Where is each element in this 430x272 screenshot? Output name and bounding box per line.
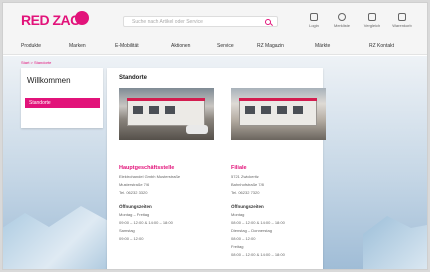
- nav-kontakt[interactable]: RZ Kontakt: [369, 43, 394, 49]
- store-address: 5721 Zwickeritz: [231, 174, 259, 179]
- cart-button[interactable]: Warenkorb: [389, 13, 415, 28]
- store-photo: [231, 88, 326, 140]
- login-button[interactable]: Login: [301, 13, 327, 28]
- brand-logo[interactable]: RED ZAC: [21, 12, 80, 28]
- breadcrumb[interactable]: Start > Standorte: [21, 60, 51, 65]
- hours-line: Freitag: [231, 244, 244, 249]
- nav-service[interactable]: Service: [217, 43, 234, 49]
- login-label: Login: [309, 23, 319, 28]
- wishlist-label: Merkliste: [333, 23, 350, 28]
- hours-title: Öffnungszeiten: [231, 204, 264, 209]
- compare-icon: [368, 13, 376, 21]
- hours-line: Dienstag – Donnerstag: [231, 228, 272, 233]
- store-phone[interactable]: Tel. 06232 7320: [231, 190, 326, 195]
- store-card-branch: Filiale 5721 Zwickeritz Bahnhofstraße 7/…: [231, 88, 326, 257]
- sidebar-item-standorte[interactable]: Standorte: [25, 98, 100, 108]
- nav-produkte[interactable]: Produkte: [21, 43, 41, 49]
- store-phone[interactable]: Tel. 06232 3320: [119, 190, 214, 195]
- user-icon: [310, 13, 318, 21]
- store-name[interactable]: Hauptgeschäftsstelle: [119, 165, 214, 171]
- main-nav: Produkte Marken E-Mobilität Aktionen Ser…: [3, 41, 427, 53]
- hours-line: Samstag: [119, 228, 135, 233]
- sidebar-title: Willkommen: [27, 76, 71, 85]
- car-shape: [186, 125, 208, 134]
- store-card-main: Hauptgeschäftsstelle Elektrohandel Gmbh …: [119, 88, 214, 241]
- hours-line: 09:00 – 12:00 & 14:00 – 18:00: [119, 220, 173, 225]
- search-icon[interactable]: [265, 19, 271, 25]
- store-name[interactable]: Filiale: [231, 165, 326, 171]
- compare-label: Vergleich: [363, 23, 381, 28]
- cart-icon: [398, 13, 406, 21]
- cart-label: Warenkorb: [392, 23, 412, 28]
- compare-button[interactable]: Vergleich: [359, 13, 385, 28]
- site-header: RED ZAC Suche nach Artikel oder Service …: [3, 3, 427, 55]
- store-photo: [119, 88, 214, 140]
- search-input[interactable]: Suche nach Artikel oder Service: [123, 16, 278, 27]
- nav-aktionen[interactable]: Aktionen: [171, 43, 190, 49]
- store-street: Musterstraße 7/6: [119, 182, 150, 187]
- hours-line: 08:00 – 12:00: [231, 236, 256, 241]
- sidebar-item-label: Standorte: [29, 100, 51, 106]
- sidebar-card: Willkommen Standorte: [21, 68, 103, 128]
- hours-line: Montag: [231, 212, 245, 217]
- logo-badge-icon: [75, 11, 89, 25]
- store-street: Bahnhofstraße 7/8: [231, 182, 264, 187]
- wishlist-button[interactable]: Merkliste: [329, 13, 355, 28]
- locations-card: Standorte Hauptgeschäftsstelle Elektroha…: [107, 68, 326, 269]
- hours-line: 08:00 – 12:00 & 14:00 – 18:00: [231, 252, 285, 257]
- nav-magazin[interactable]: RZ Magazin: [257, 43, 284, 49]
- nav-maerkte[interactable]: Märkte: [315, 43, 330, 49]
- store-address: Elektrohandel Gmbh Musterstraße: [119, 174, 181, 179]
- browser-page: RED ZAC Suche nach Artikel oder Service …: [2, 2, 428, 270]
- hours-title: Öffnungszeiten: [119, 204, 152, 209]
- glacier-decoration-right: [363, 216, 427, 269]
- nav-emobilitaet[interactable]: E-Mobilität: [115, 43, 139, 49]
- hours-line: 08:00 – 12:00 & 14:00 – 18:00: [231, 220, 285, 225]
- nav-marken[interactable]: Marken: [69, 43, 86, 49]
- hours-line: 09:00 – 12:00: [119, 236, 144, 241]
- page-title: Standorte: [119, 75, 148, 81]
- hours-line: Montag – Freitag: [119, 212, 150, 217]
- heart-icon: [338, 13, 346, 21]
- search-placeholder: Suche nach Artikel oder Service: [132, 19, 203, 25]
